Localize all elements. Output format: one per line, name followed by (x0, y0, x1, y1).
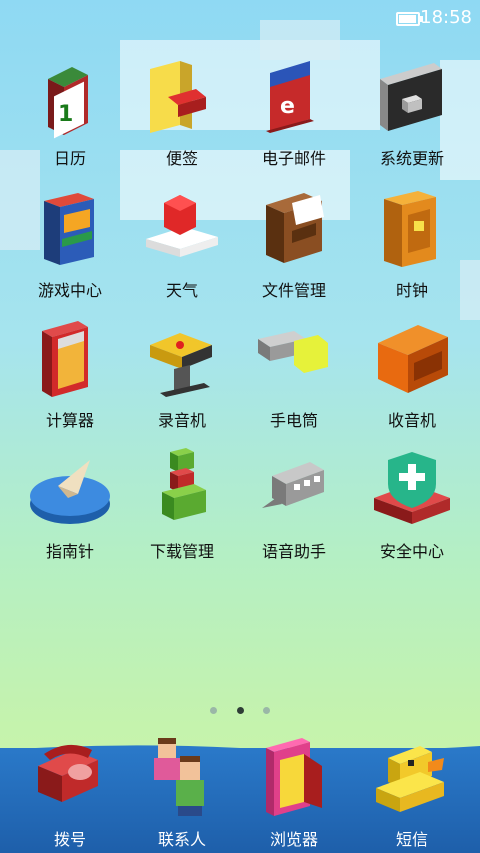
radio-icon (370, 317, 454, 401)
app-messages[interactable]: 短信 (354, 736, 470, 850)
page-dot-active[interactable] (236, 707, 244, 714)
app-label: 下载管理 (149, 542, 214, 561)
status-time: 18:58 (420, 7, 472, 28)
recorder-icon (140, 317, 224, 401)
security-center-icon (370, 448, 454, 532)
app-security-center[interactable]: 安全中心 (354, 448, 470, 562)
app-file-manager[interactable]: 文件管理 (236, 187, 352, 301)
app-label: 计算器 (45, 411, 94, 430)
app-calendar[interactable]: 1 日历 (12, 55, 128, 169)
app-contacts[interactable]: 联系人 (124, 736, 240, 850)
clock-icon (370, 187, 454, 271)
app-label: 便签 (165, 149, 198, 168)
app-download-manager[interactable]: 下载管理 (124, 448, 240, 562)
flashlight-icon (252, 317, 336, 401)
system-update-icon (370, 55, 454, 139)
app-label: 短信 (395, 830, 428, 849)
browser-icon (252, 736, 336, 820)
notes-icon (140, 55, 224, 139)
weather-icon (140, 187, 224, 271)
calendar-day: 1 (58, 102, 73, 127)
app-compass[interactable]: 指南针 (12, 448, 128, 562)
messages-icon (370, 736, 454, 820)
battery-icon (396, 12, 423, 26)
app-label: 系统更新 (379, 149, 444, 168)
app-label: 文件管理 (261, 281, 326, 300)
app-label: 日历 (53, 149, 86, 168)
calendar-icon: 1 (28, 55, 112, 139)
file-manager-icon (252, 187, 336, 271)
app-label: 天气 (165, 281, 198, 300)
download-manager-icon (140, 448, 224, 532)
app-label: 语音助手 (261, 542, 326, 561)
game-center-icon (28, 187, 112, 271)
app-calculator[interactable]: 计算器 (12, 317, 128, 431)
app-phone[interactable]: 拨号 (12, 736, 128, 850)
app-email[interactable]: e 电子邮件 (236, 55, 352, 169)
app-radio[interactable]: 收音机 (354, 317, 470, 431)
app-label: 时钟 (395, 281, 428, 300)
app-label: 游戏中心 (37, 281, 102, 300)
status-bar: 18:58 (0, 0, 480, 36)
app-label: 联系人 (157, 830, 206, 849)
phone-icon (28, 736, 112, 820)
email-icon: e (252, 55, 336, 139)
app-clock[interactable]: 时钟 (354, 187, 470, 301)
page-indicator[interactable] (0, 699, 480, 718)
app-label: 安全中心 (379, 542, 444, 561)
app-label: 浏览器 (269, 830, 318, 849)
app-browser[interactable]: 浏览器 (236, 736, 352, 850)
app-label: 收音机 (387, 411, 436, 430)
app-notes[interactable]: 便签 (124, 55, 240, 169)
app-voice-assistant[interactable]: 语音助手 (236, 448, 352, 562)
app-label: 指南针 (45, 542, 94, 561)
page-dot[interactable] (262, 707, 270, 714)
voice-assistant-icon (252, 448, 336, 532)
app-label: 手电筒 (269, 411, 318, 430)
app-label: 电子邮件 (261, 149, 326, 168)
app-weather[interactable]: 天气 (124, 187, 240, 301)
dock: 拨号 联系人 浏览器 短信 (0, 738, 480, 853)
app-recorder[interactable]: 录音机 (124, 317, 240, 431)
app-label: 拨号 (53, 830, 86, 849)
compass-icon (28, 448, 112, 532)
app-label: 录音机 (157, 411, 206, 430)
calculator-icon (28, 317, 112, 401)
svg-text:e: e (280, 94, 295, 119)
page-dot[interactable] (210, 707, 218, 714)
app-system-update[interactable]: 系统更新 (354, 55, 470, 169)
app-game-center[interactable]: 游戏中心 (12, 187, 128, 301)
app-flashlight[interactable]: 手电筒 (236, 317, 352, 431)
contacts-icon (140, 736, 224, 820)
